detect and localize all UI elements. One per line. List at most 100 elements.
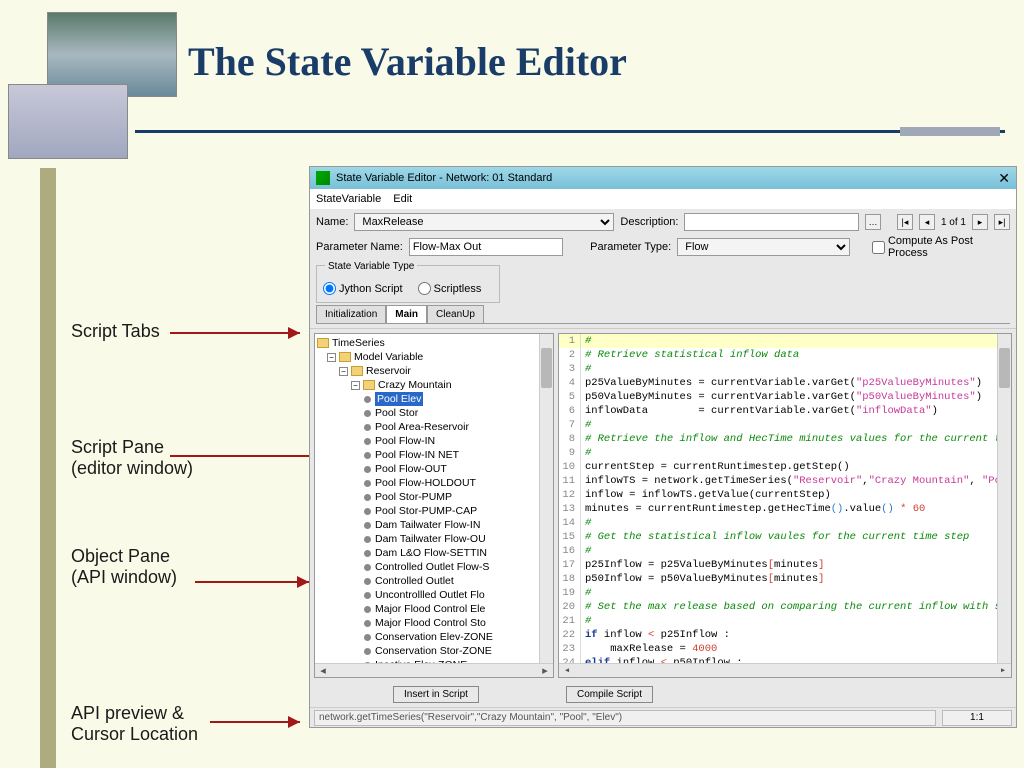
tree-node[interactable]: Dam L&O Flow-SETTIN <box>317 546 551 560</box>
code-line[interactable]: 7# <box>559 418 1011 432</box>
api-preview: network.getTimeSeries("Reservoir","Crazy… <box>314 710 936 726</box>
slide-title: The State Variable Editor <box>188 38 627 85</box>
script-pane[interactable]: 1#2# Retrieve statistical inflow data3#4… <box>558 333 1012 678</box>
statusbar: network.getTimeSeries("Reservoir","Crazy… <box>310 707 1016 727</box>
titlebar[interactable]: State Variable Editor - Network: 01 Stan… <box>310 167 1016 189</box>
tree-node[interactable]: Uncontrollled Outlet Flo <box>317 588 551 602</box>
nav-first-button[interactable]: |◂ <box>897 214 913 230</box>
param-type-combo[interactable]: Flow <box>677 238 850 256</box>
code-line[interactable]: 15# Get the statistical inflow vaules fo… <box>559 530 1011 544</box>
scrollbar-horizontal[interactable]: ◂▸ <box>315 663 553 677</box>
desc-browse-button[interactable]: … <box>865 214 881 230</box>
tab-cleanup[interactable]: CleanUp <box>427 305 484 323</box>
divider <box>135 130 1005 133</box>
code-line[interactable]: 19# <box>559 586 1011 600</box>
cursor-location: 1:1 <box>942 710 1012 726</box>
radio-scriptless[interactable]: Scriptless <box>418 282 482 295</box>
tree-node[interactable]: Major Flood Control Sto <box>317 616 551 630</box>
tree-node[interactable]: Pool Flow-HOLDOUT <box>317 476 551 490</box>
tree-node[interactable]: Pool Flow-IN NET <box>317 448 551 462</box>
menubar: StateVariable Edit <box>310 189 1016 209</box>
code-line[interactable]: 13minutes = currentRuntimestep.getHecTim… <box>559 502 1011 516</box>
callout-object-pane: Object Pane (API window) <box>71 546 177 588</box>
scrollbar-vertical[interactable] <box>539 334 553 663</box>
menu-statevariable[interactable]: StateVariable <box>316 193 381 205</box>
tab-initialization[interactable]: Initialization <box>316 305 386 323</box>
code-line[interactable]: 1# <box>559 334 1011 348</box>
code-line[interactable]: 23 maxRelease = 4000 <box>559 642 1011 656</box>
compile-script-button[interactable]: Compile Script <box>566 686 653 703</box>
label-name: Name: <box>316 216 348 228</box>
code-line[interactable]: 10currentStep = currentRuntimestep.getSt… <box>559 460 1011 474</box>
pager-text: 1 of 1 <box>941 217 966 228</box>
arrow-icon <box>210 715 310 729</box>
tree-node[interactable]: Pool Flow-OUT <box>317 462 551 476</box>
scrollbar-vertical[interactable] <box>997 334 1011 663</box>
tree-node[interactable]: −Model Variable <box>317 350 551 364</box>
scrollbar-horizontal[interactable]: ◂▸ <box>559 663 1011 677</box>
tree-node[interactable]: Conservation Stor-ZONE <box>317 644 551 658</box>
code-line[interactable]: 8# Retrieve the inflow and HecTime minut… <box>559 432 1011 446</box>
tree-node[interactable]: Controlled Outlet <box>317 574 551 588</box>
button-row: Insert in Script Compile Script <box>310 682 1016 707</box>
decorative-sidebar <box>40 168 56 768</box>
tree-node[interactable]: Major Flood Control Ele <box>317 602 551 616</box>
code-line[interactable]: 11inflowTS = network.getTimeSeries("Rese… <box>559 474 1011 488</box>
code-line[interactable]: 21# <box>559 614 1011 628</box>
decorative-image-chart <box>8 84 128 159</box>
code-line[interactable]: 2# Retrieve statistical inflow data <box>559 348 1011 362</box>
window-title: State Variable Editor - Network: 01 Stan… <box>336 172 552 184</box>
code-line[interactable]: 4p25ValueByMinutes = currentVariable.var… <box>559 376 1011 390</box>
code-line[interactable]: 12inflow = inflowTS.getValue(currentStep… <box>559 488 1011 502</box>
menu-edit[interactable]: Edit <box>393 193 412 205</box>
code-line[interactable]: 5p50ValueByMinutes = currentVariable.var… <box>559 390 1011 404</box>
arrow-icon <box>195 575 319 589</box>
insert-in-script-button[interactable]: Insert in Script <box>393 686 479 703</box>
code-line[interactable]: 6inflowData = currentVariable.varGet("in… <box>559 404 1011 418</box>
code-line[interactable]: 14# <box>559 516 1011 530</box>
script-tabs: Initialization Main CleanUp <box>316 305 1010 324</box>
tree-node[interactable]: −Reservoir <box>317 364 551 378</box>
tree-node[interactable]: Pool Flow-IN <box>317 434 551 448</box>
code-line[interactable]: 3# <box>559 362 1011 376</box>
nav-next-button[interactable]: ▸ <box>972 214 988 230</box>
code-line[interactable]: 9# <box>559 446 1011 460</box>
arrow-icon <box>170 326 310 340</box>
code-line[interactable]: 18p50Inflow = p50ValueByMinutes[minutes] <box>559 572 1011 586</box>
tree-node[interactable]: Pool Stor-PUMP <box>317 490 551 504</box>
code-line[interactable]: 22if inflow < p25Inflow : <box>559 628 1011 642</box>
tree-node[interactable]: TimeSeries <box>317 336 551 350</box>
state-variable-type-group: State Variable Type Jython Script Script… <box>316 265 500 303</box>
nav-last-button[interactable]: ▸| <box>994 214 1010 230</box>
tree-node[interactable]: Pool Stor-PUMP-CAP <box>317 504 551 518</box>
description-input[interactable] <box>684 213 858 231</box>
close-icon[interactable]: ✕ <box>998 170 1010 187</box>
radio-jython[interactable]: Jython Script <box>323 282 403 295</box>
tree-node[interactable]: Pool Elev <box>317 392 551 406</box>
code-line[interactable]: 16# <box>559 544 1011 558</box>
label-param-type: Parameter Type: <box>590 241 671 253</box>
divider-accent <box>900 127 1000 136</box>
tree-node[interactable]: Pool Area-Reservoir <box>317 420 551 434</box>
param-name-input[interactable] <box>409 238 563 256</box>
code-line[interactable]: 24elif inflow < p50Inflow : <box>559 656 1011 663</box>
tree-node[interactable]: Controlled Outlet Flow-S <box>317 560 551 574</box>
code-line[interactable]: 17p25Inflow = p25ValueByMinutes[minutes] <box>559 558 1011 572</box>
object-pane[interactable]: TimeSeries−Model Variable−Reservoir−Craz… <box>314 333 554 678</box>
tree-node[interactable]: Pool Stor <box>317 406 551 420</box>
app-window: State Variable Editor - Network: 01 Stan… <box>309 166 1017 728</box>
tab-main[interactable]: Main <box>386 305 427 323</box>
callout-script-tabs: Script Tabs <box>71 321 160 342</box>
tree-node[interactable]: Dam Tailwater Flow-OU <box>317 532 551 546</box>
tree-node[interactable]: Conservation Elev-ZONE <box>317 630 551 644</box>
label-param-name: Parameter Name: <box>316 241 403 253</box>
name-combo[interactable]: MaxRelease <box>354 213 614 231</box>
tree-node[interactable]: Dam Tailwater Flow-IN <box>317 518 551 532</box>
compute-post-checkbox[interactable]: Compute As Post Process <box>872 235 1010 259</box>
code-line[interactable]: 20# Set the max release based on compari… <box>559 600 1011 614</box>
app-icon <box>316 171 330 185</box>
nav-prev-button[interactable]: ◂ <box>919 214 935 230</box>
tree-node[interactable]: −Crazy Mountain <box>317 378 551 392</box>
callout-status: API preview & Cursor Location <box>71 703 198 745</box>
form-area: Name: MaxRelease Description: … |◂ ◂ 1 o… <box>310 209 1016 329</box>
